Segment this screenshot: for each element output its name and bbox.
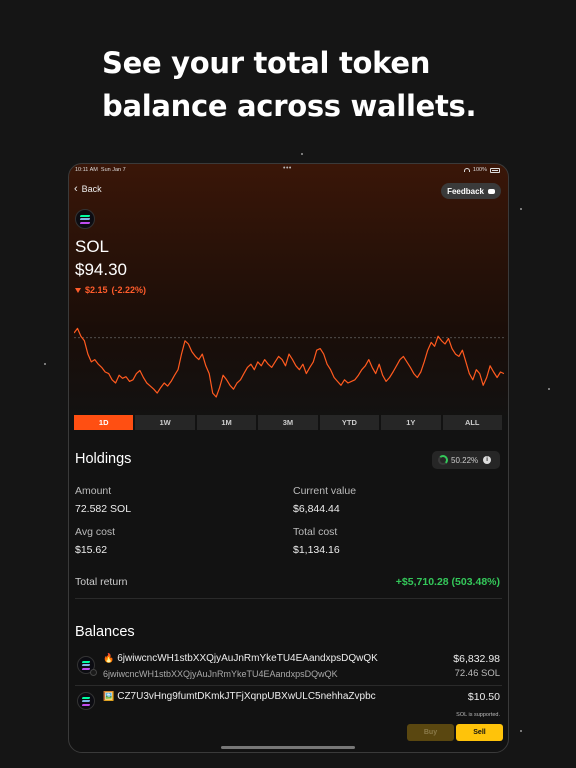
portfolio-percent: 50.22%: [451, 455, 479, 465]
back-button[interactable]: ‹ Back: [74, 182, 102, 195]
range-1w-button[interactable]: 1W: [135, 415, 195, 430]
star-dot: [301, 153, 303, 155]
amount-label: Amount: [75, 485, 112, 497]
status-right: 100%: [463, 167, 500, 173]
total-cost-value: $1,134.16: [293, 544, 340, 556]
time-range-selector: 1D 1W 1M 3M YTD 1Y ALL: [74, 415, 502, 430]
balances-title: Balances: [75, 624, 135, 640]
progress-ring-icon: [438, 455, 448, 465]
status-time: 10:11 AM Sun Jan 7: [75, 167, 126, 173]
down-triangle-icon: [75, 287, 81, 293]
wallet-emoji: 🖼️: [103, 691, 115, 701]
wallet-name: 🔥 6jwiwcncWH1stbXXQjyAuJnRmYkeTU4EAandxps…: [103, 653, 378, 664]
range-1d-button[interactable]: 1D: [74, 415, 134, 430]
wallet-name: 🖼️ CZ7U3vHng9fumtDKmkJTFjXqnpUBXwULC5nehh…: [103, 691, 376, 702]
back-label: Back: [81, 184, 102, 194]
battery-percent: 100%: [472, 167, 487, 173]
amount-value: 72.582 SOL: [75, 503, 132, 515]
divider: [75, 685, 502, 686]
info-icon[interactable]: i: [483, 456, 492, 464]
price-chart[interactable]: [74, 316, 504, 400]
portfolio-percent-badge[interactable]: 50.22% i: [432, 451, 500, 469]
wallet-address: 6jwiwcncWH1stbXXQjyAuJnRmYkeTU4EAandxpsD…: [103, 669, 338, 679]
feedback-label: Feedback: [447, 186, 484, 196]
headline-line-2: balance across wallets.: [102, 89, 477, 123]
battery-icon: [490, 167, 500, 173]
current-value-label: Current value: [293, 485, 357, 497]
total-return-label: Total return: [75, 576, 128, 588]
feedback-button[interactable]: Feedback: [441, 183, 501, 199]
avg-cost-label: Avg cost: [75, 526, 116, 538]
star-dot: [520, 730, 522, 732]
holdings-title: Holdings: [75, 451, 132, 467]
range-all-button[interactable]: ALL: [442, 415, 502, 430]
solana-logo-icon: [77, 692, 95, 710]
chat-bubble-icon: [488, 188, 495, 194]
star-dot: [44, 363, 46, 365]
coin-price: $94.30: [75, 260, 127, 279]
price-change-pct: (-2.22%): [111, 285, 147, 295]
tablet-screen: 10:11 AM Sun Jan 7 ••• 100% ‹ Back Feedb…: [68, 163, 509, 753]
range-ytd-button[interactable]: YTD: [319, 415, 380, 430]
star-dot: [520, 208, 522, 210]
headline: See your total token balance across wall…: [102, 42, 522, 128]
solana-logo-icon: [75, 209, 95, 229]
current-value: $6,844.44: [293, 503, 340, 515]
total-return-value: +$5,710.28 (503.48%): [395, 576, 500, 588]
star-dot: [548, 388, 550, 390]
buy-button[interactable]: Buy: [407, 724, 454, 741]
wifi-icon: [463, 168, 470, 172]
wallet-value: $6,832.98: [453, 653, 500, 665]
wallet-badge-icon: [90, 669, 97, 676]
range-1m-button[interactable]: 1M: [196, 415, 257, 430]
range-3m-button[interactable]: 3M: [258, 415, 318, 430]
multitask-dots[interactable]: •••: [283, 165, 292, 172]
status-bar: 10:11 AM Sun Jan 7 ••• 100%: [69, 164, 508, 176]
supported-note: SOL is supported.: [456, 712, 500, 718]
solana-logo-icon: [77, 656, 97, 676]
home-indicator[interactable]: [221, 746, 355, 749]
wallet-value: $10.50: [467, 691, 500, 703]
wallet-amount: 72.46 SOL: [454, 668, 500, 679]
headline-line-1: See your total token: [102, 46, 431, 80]
range-1y-button[interactable]: 1Y: [381, 415, 441, 430]
avg-cost-value: $15.62: [75, 544, 108, 556]
price-change: $2.15 (-2.22%): [75, 285, 146, 295]
wallet-emoji: 🔥: [103, 653, 115, 663]
divider: [75, 598, 502, 599]
price-change-abs: $2.15: [85, 285, 108, 295]
sell-button[interactable]: Sell: [456, 724, 503, 741]
total-cost-label: Total cost: [293, 526, 338, 538]
coin-symbol: SOL: [75, 237, 110, 256]
price-line: [74, 327, 504, 398]
chevron-left-icon: ‹: [74, 182, 78, 195]
